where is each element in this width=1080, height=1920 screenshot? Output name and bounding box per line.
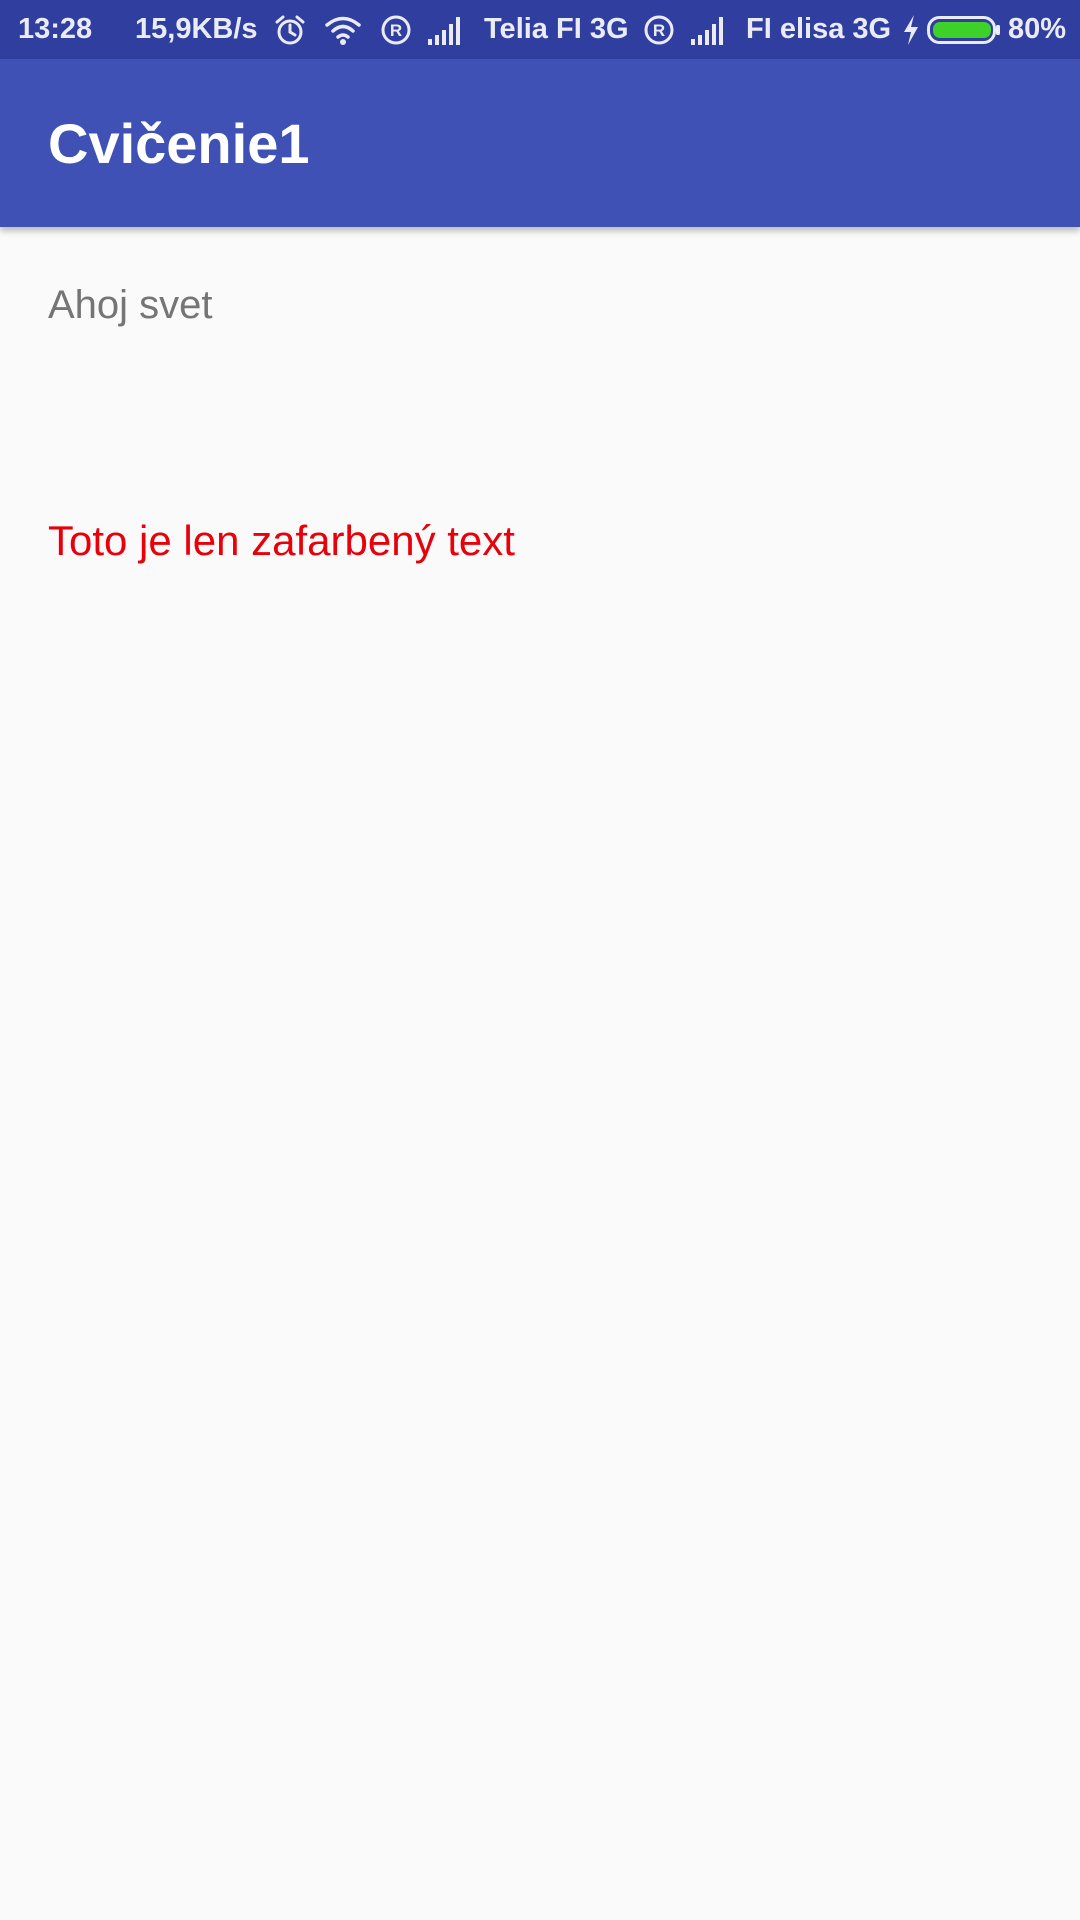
alarm-icon <box>274 0 306 59</box>
signal-icon <box>428 0 466 59</box>
svg-text:R: R <box>390 21 402 40</box>
hello-text: Ahoj svet <box>48 283 213 327</box>
charging-icon <box>901 0 921 59</box>
battery-percent: 80% <box>1008 13 1067 45</box>
carrier-1-label: Telia FI 3G <box>484 13 629 45</box>
app-title: Cvičenie1 <box>48 111 310 175</box>
signal-icon <box>691 0 729 59</box>
battery-icon <box>927 0 1001 59</box>
network-speed: 15,9KB/s <box>135 13 258 45</box>
wifi-icon <box>324 0 362 59</box>
svg-text:R: R <box>653 21 665 40</box>
carrier-2-label: FI elisa 3G <box>746 13 892 45</box>
roaming-icon: R <box>380 0 412 59</box>
status-time: 13:28 <box>18 13 93 45</box>
status-bar: 13:28 15,9KB/s R Telia FI 3G R FI elisa … <box>0 0 1080 59</box>
colored-text: Toto je len zafarbený text <box>48 517 515 564</box>
roaming-icon: R <box>643 0 675 59</box>
app-bar: Cvičenie1 <box>0 59 1080 227</box>
main-content: Ahoj svet Toto je len zafarbený text <box>0 227 1080 1920</box>
